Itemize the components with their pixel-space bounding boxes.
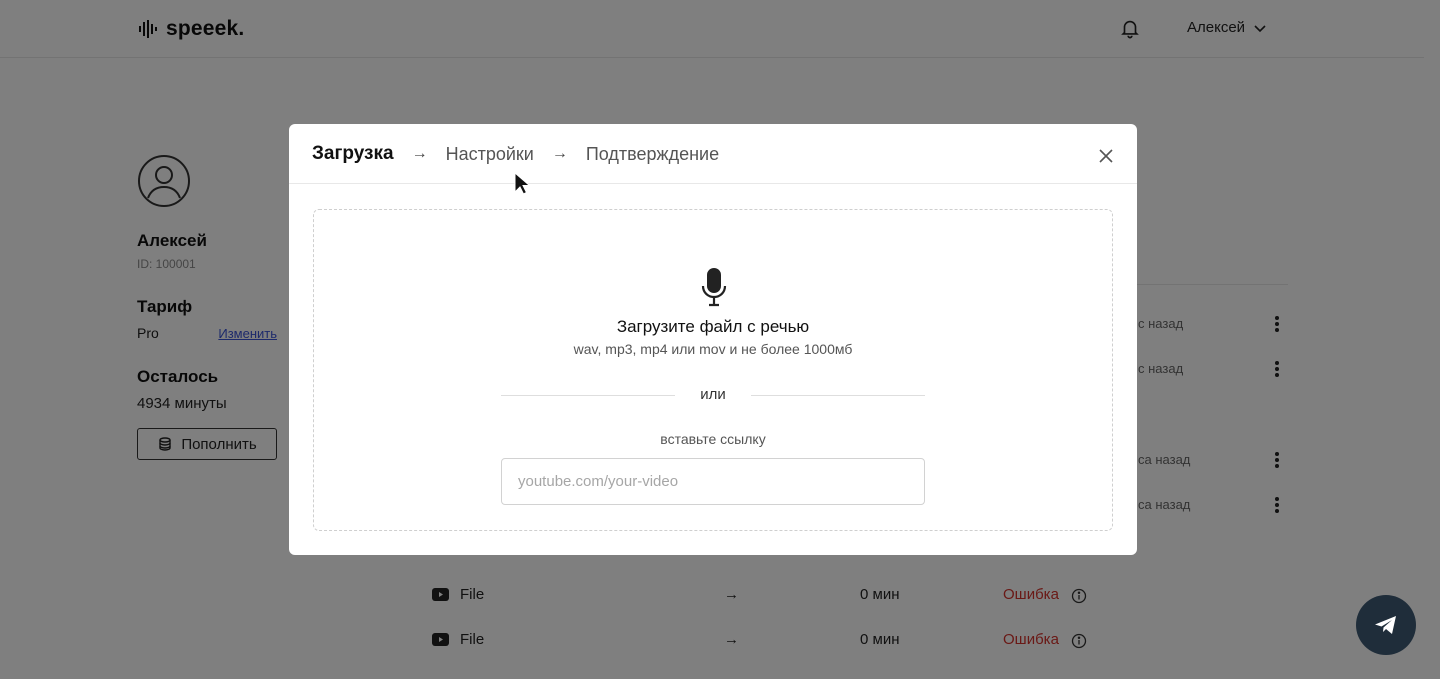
modal-header: Загрузка → Настройки → Подтверждение [289, 124, 1137, 184]
microphone-icon [701, 268, 727, 307]
close-icon[interactable] [1097, 147, 1115, 165]
step-upload[interactable]: Загрузка [312, 143, 394, 165]
or-divider: или [501, 385, 925, 405]
step-confirmation[interactable]: Подтверждение [586, 144, 719, 165]
step-arrow: → [411, 145, 428, 162]
paste-link-label: вставьте ссылку [660, 431, 766, 447]
telegram-chat-button[interactable] [1356, 595, 1416, 655]
dropzone-title: Загрузите файл с речью [616, 317, 810, 336]
dropzone-subtitle: wav, mp3, mp4 или mov и не более 1000мб [573, 341, 853, 357]
step-arrow: → [551, 145, 568, 162]
or-text: или [700, 386, 726, 403]
cursor-icon [514, 172, 530, 195]
telegram-icon [1375, 616, 1396, 634]
url-input[interactable] [501, 458, 925, 505]
step-settings[interactable]: Настройки [446, 144, 534, 165]
upload-modal: Загрузка → Настройки → Подтверждение Заг… [289, 124, 1137, 555]
file-dropzone[interactable]: Загрузите файл с речью wav, mp3, mp4 или… [313, 209, 1113, 531]
step-breadcrumb: Загрузка → Настройки → Подтверждение [312, 143, 719, 165]
